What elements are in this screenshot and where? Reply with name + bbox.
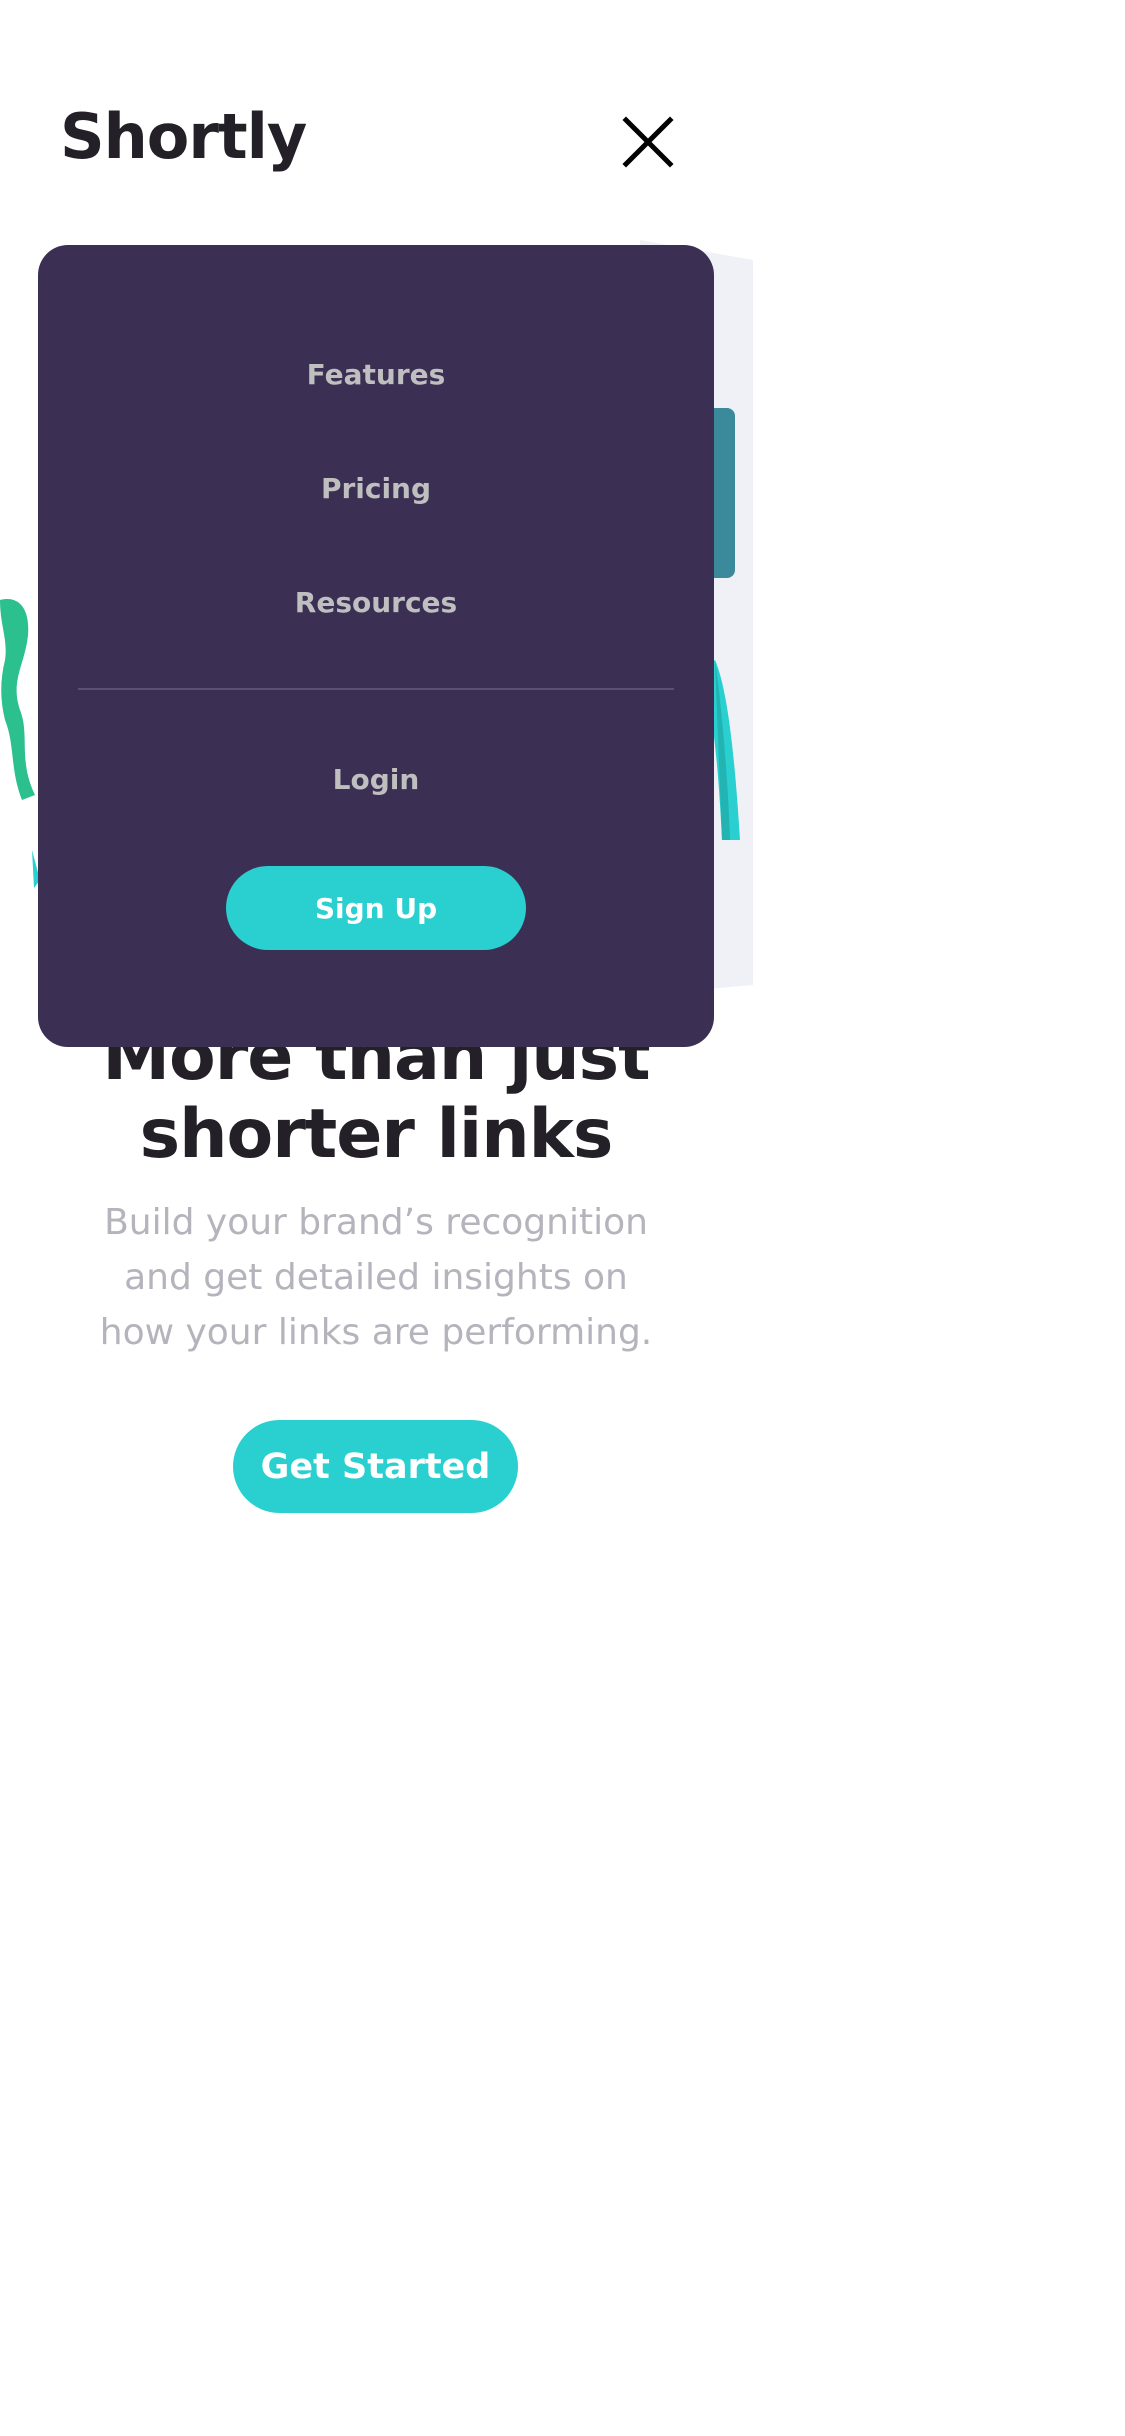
logo[interactable]: Shortly (60, 100, 307, 173)
menu-divider (78, 688, 674, 690)
close-menu-button[interactable] (618, 112, 678, 172)
menu-item-resources[interactable]: Resources (38, 586, 714, 619)
hero-subtitle: Build your brand’s recognition and get d… (99, 1202, 653, 1353)
close-icon (622, 116, 674, 168)
get-started-button[interactable]: Get Started (233, 1420, 518, 1513)
hero-title-line2: shorter links (139, 1095, 614, 1174)
menu-item-features[interactable]: Features (38, 358, 714, 391)
mobile-menu: Features Pricing Resources Login Sign Up (38, 245, 714, 1047)
login-link[interactable]: Login (38, 763, 714, 796)
sign-up-button[interactable]: Sign Up (226, 866, 526, 950)
menu-item-pricing[interactable]: Pricing (38, 472, 714, 505)
